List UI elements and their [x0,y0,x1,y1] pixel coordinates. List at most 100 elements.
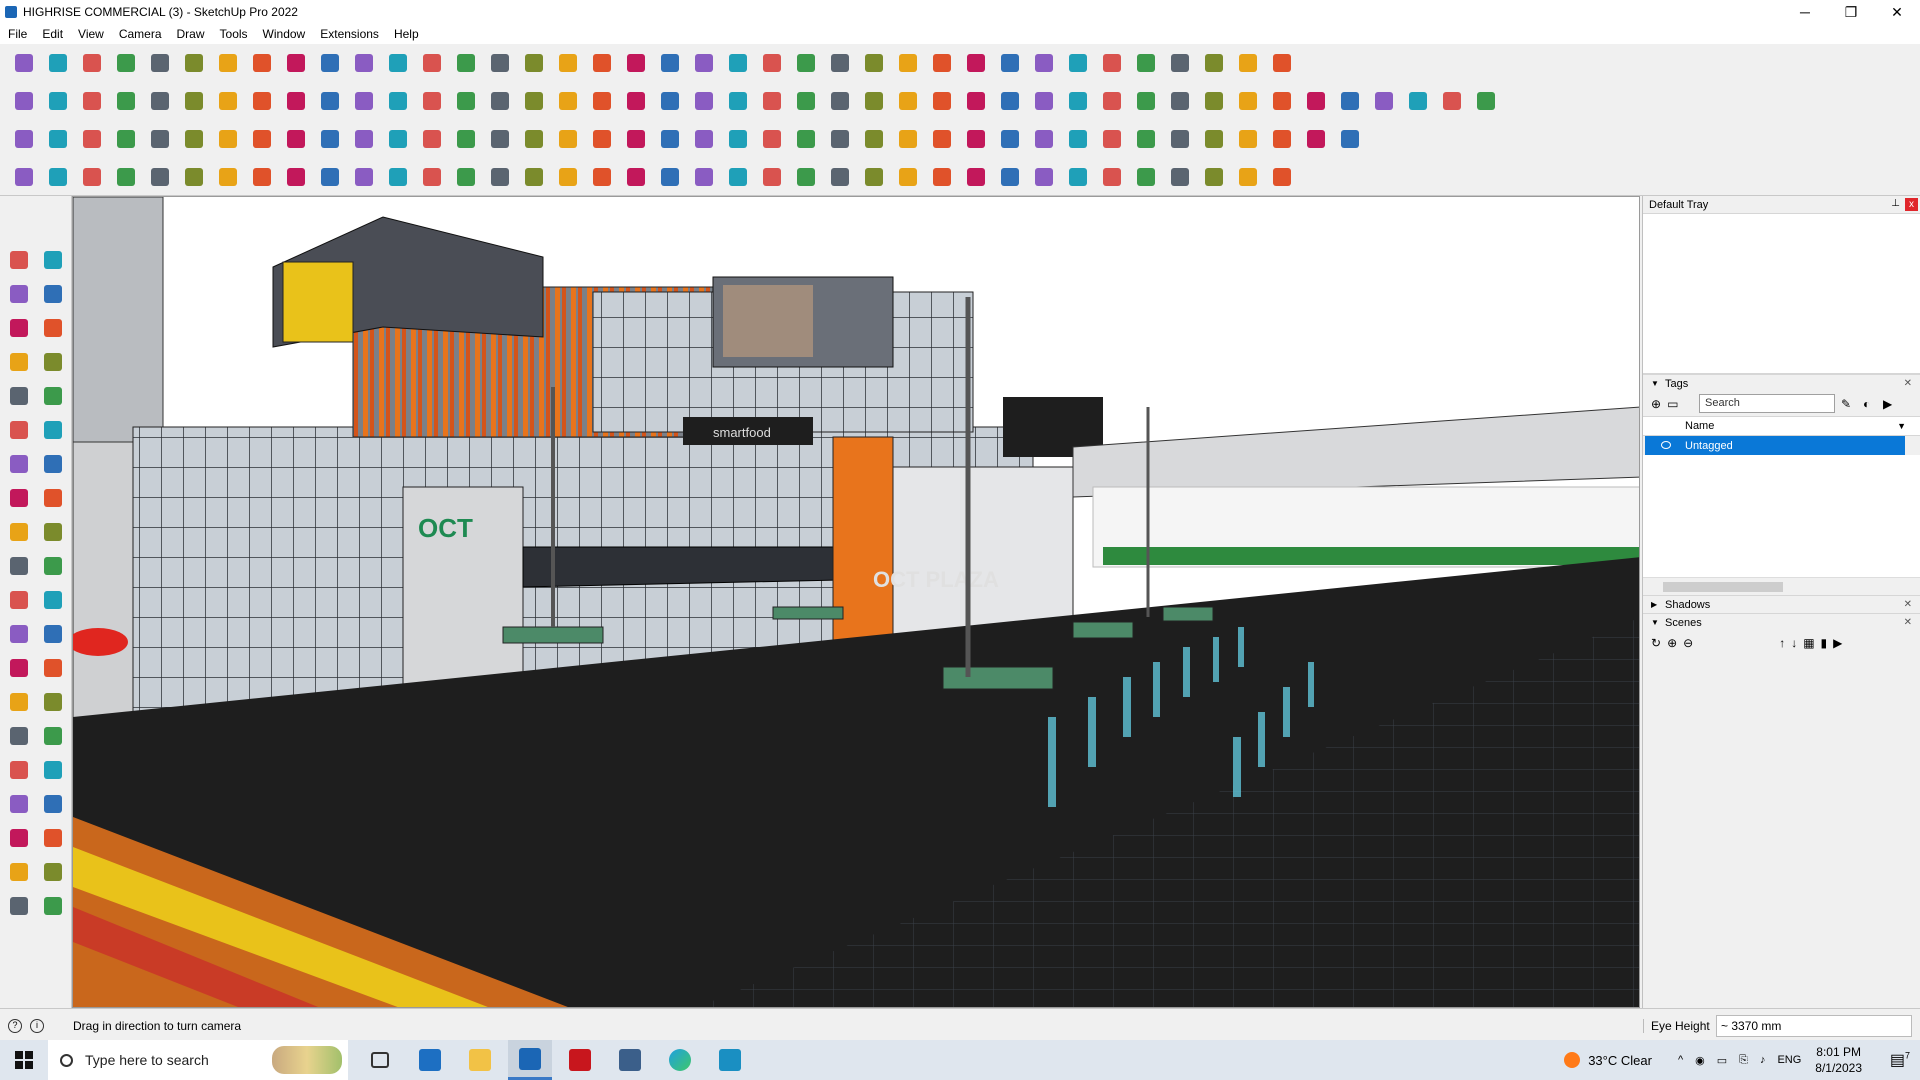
close-button[interactable]: ✕ [1874,0,1920,24]
camera-button[interactable] [1268,87,1296,115]
taskbar-edge[interactable] [658,1040,702,1080]
menu-file[interactable]: File [8,27,27,41]
iso-button[interactable] [758,87,786,115]
spline-button[interactable] [78,163,106,191]
maximize-button[interactable]: ❐ [1828,0,1874,24]
layer-button[interactable] [656,49,684,77]
delete-scene-icon[interactable]: ▮ [1821,636,1828,650]
view-options-icon[interactable]: ▦ [1803,636,1814,650]
menu-help[interactable]: Help [394,27,419,41]
model-viewport[interactable]: smartfood OCT OCT PLAZA [72,196,1640,1008]
push-pull-button[interactable] [214,49,242,77]
update-scene-icon[interactable]: ↻ [1651,636,1661,650]
loft-button[interactable] [1132,125,1160,153]
tape-button[interactable] [1098,49,1126,77]
bezier-button[interactable] [10,163,38,191]
bottom-button[interactable] [486,87,514,115]
component-button[interactable] [4,314,34,342]
bevel-button[interactable] [860,163,888,191]
clock[interactable]: 8:01 PM 8/1/2023 [1815,1044,1862,1076]
xray-button[interactable] [248,87,276,115]
orbit-button[interactable] [486,49,514,77]
sweep-button[interactable] [486,125,514,153]
shaded-button[interactable] [146,87,174,115]
zoom-button[interactable] [4,756,34,784]
extrude-button[interactable] [1098,125,1126,153]
scenes-close-icon[interactable]: ✕ [1904,617,1912,628]
paint-button[interactable] [4,280,34,308]
add-folder-icon[interactable]: ▭ [1667,397,1678,411]
eraser-button[interactable] [78,49,106,77]
measurements-input[interactable]: ~ 3370 mm [1716,1015,1912,1037]
chamfer-button[interactable] [282,125,310,153]
offset-button[interactable] [38,586,68,614]
taskbar-acrobat[interactable] [558,1040,602,1080]
extrude-button[interactable] [418,125,446,153]
details-icon[interactable]: ▶ [1883,397,1892,411]
front-button[interactable] [1030,87,1058,115]
warehouse-button[interactable] [690,49,718,77]
round-corner-button[interactable] [826,163,854,191]
wireframe-button[interactable] [78,87,106,115]
shell-button[interactable] [894,163,922,191]
menu-draw[interactable]: Draw [177,27,205,41]
scale-button[interactable] [1064,49,1092,77]
grass-button[interactable] [1166,163,1194,191]
top-button[interactable] [1064,87,1092,115]
door-button[interactable] [656,163,684,191]
line-button[interactable] [4,348,34,376]
bevel-button[interactable] [180,163,208,191]
back-edges-button[interactable] [282,87,310,115]
array-button[interactable] [316,125,344,153]
wall-button[interactable] [1268,163,1296,191]
shadows-panel-header[interactable]: ▶ Shadows ✕ [1643,595,1920,613]
xray-button[interactable] [962,87,990,115]
task-view-button[interactable] [358,1040,402,1080]
taskbar-search[interactable]: Type here to search [48,1040,348,1080]
fillet-button[interactable] [248,125,276,153]
scale-button[interactable] [4,586,34,614]
tape-button[interactable] [384,49,412,77]
union-button[interactable] [690,125,718,153]
weld-button[interactable] [554,125,582,153]
scenes-panel-header[interactable]: ▼ Scenes ✕ [1643,613,1920,631]
iso-button[interactable] [44,87,72,115]
zoom-button[interactable] [10,49,38,77]
arc-button[interactable] [4,450,34,478]
left-button[interactable] [452,87,480,115]
weld-button[interactable] [1234,125,1262,153]
move-scene-up-icon[interactable]: ↑ [1779,636,1785,650]
stats-button[interactable] [1336,125,1364,153]
line-button[interactable] [112,49,140,77]
front-button[interactable] [316,87,344,115]
loft-button[interactable] [452,125,480,153]
back-button[interactable] [418,87,446,115]
display-icon[interactable]: ▭ [1717,1054,1727,1067]
orbit-button[interactable] [38,246,68,274]
zoom-window-button[interactable] [38,756,68,784]
union-button[interactable] [10,125,38,153]
rotate-button[interactable] [316,49,344,77]
select-button[interactable] [4,246,34,274]
tag-row[interactable]: Untagged [1645,436,1905,455]
move-scene-down-icon[interactable]: ↓ [1791,636,1797,650]
fillet-button[interactable] [928,125,956,153]
3d-text-button[interactable] [38,688,68,716]
arc-button[interactable] [146,49,174,77]
spline-button[interactable] [758,163,786,191]
monochrome-button[interactable] [214,87,242,115]
scrollbar-thumb[interactable] [1663,582,1783,592]
taskbar-snipping[interactable] [608,1040,652,1080]
follow-me-button[interactable] [248,49,276,77]
outer-shell-button[interactable] [860,125,888,153]
mirror-button[interactable] [1030,125,1058,153]
walk-button[interactable] [4,858,34,886]
text-button[interactable] [1132,49,1160,77]
circle-button[interactable] [4,416,34,444]
chevron-down-icon[interactable]: ▼ [1897,421,1906,431]
pie-button[interactable] [38,450,68,478]
previous-button[interactable] [38,790,68,818]
taskbar-sketchup[interactable] [508,1040,552,1080]
wall-button[interactable] [588,163,616,191]
menu-extensions[interactable]: Extensions [320,27,379,41]
